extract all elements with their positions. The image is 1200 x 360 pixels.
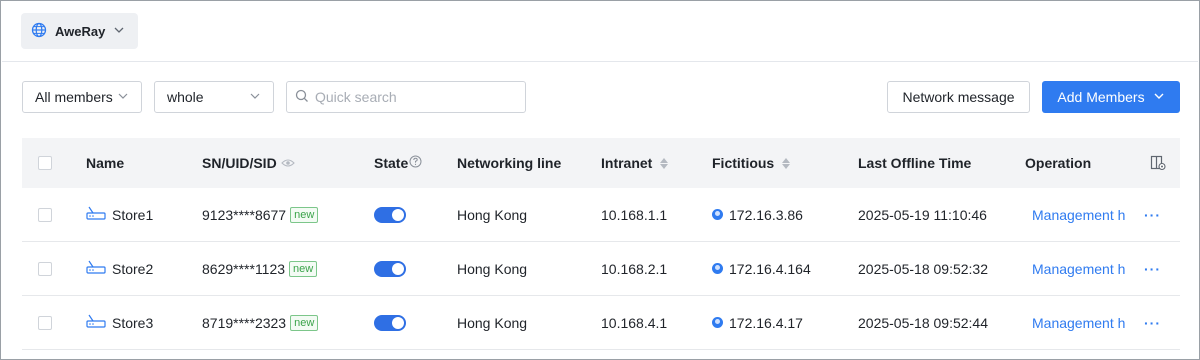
search-input[interactable]	[315, 89, 515, 105]
new-badge: new	[290, 314, 319, 331]
sort-icon[interactable]	[660, 157, 669, 169]
router-icon	[86, 313, 106, 332]
col-last-offline: Last Offline Time	[858, 155, 972, 171]
add-members-button[interactable]: Add Members	[1042, 81, 1180, 113]
col-name: Name	[86, 155, 125, 171]
column-settings-icon[interactable]	[1150, 138, 1166, 188]
state-toggle[interactable]	[374, 206, 406, 223]
row-sn: 8629****1123	[202, 260, 286, 277]
router-icon	[86, 205, 106, 224]
network-name: AweRay	[55, 23, 106, 39]
search-icon	[295, 89, 309, 106]
scope-filter-select[interactable]: whole	[154, 81, 274, 113]
col-state-label: State	[374, 155, 409, 171]
table-row[interactable]: Store1 9123****8677 new Hong Kong 10.168…	[22, 188, 1180, 242]
row-checkbox[interactable]	[38, 261, 52, 276]
row-fictitious: 172.16.4.17	[729, 314, 803, 331]
row-name: Store3	[112, 314, 154, 331]
row-fictitious: 172.16.3.86	[729, 206, 803, 223]
col-operation: Operation	[1025, 155, 1092, 171]
sort-icon[interactable]	[782, 157, 791, 169]
ip-status-icon	[712, 263, 723, 274]
chevron-down-icon	[249, 89, 261, 105]
router-icon	[86, 259, 106, 278]
col-sn: SN/UID/SID	[202, 138, 295, 188]
row-last-offline: 2025-05-18 09:52:44	[858, 314, 988, 331]
row-intranet: 10.168.1.1	[601, 206, 668, 223]
add-members-label: Add Members	[1057, 89, 1145, 105]
state-toggle[interactable]	[374, 260, 406, 277]
state-toggle[interactable]	[374, 314, 406, 331]
col-intranet[interactable]: Intranet	[601, 138, 669, 188]
row-name: Store1	[112, 206, 154, 223]
row-intranet: 10.168.2.1	[601, 260, 668, 277]
col-line: Networking line	[457, 155, 562, 171]
row-sn: 8719****2323	[202, 314, 287, 331]
select-all-checkbox[interactable]	[38, 156, 52, 170]
select-all-cell	[38, 138, 52, 188]
ip-status-icon	[712, 209, 723, 220]
row-sn: 9123****8677	[202, 206, 287, 223]
management-link[interactable]: Management h	[1032, 207, 1127, 223]
col-sn-label: SN/UID/SID	[202, 155, 277, 171]
management-link[interactable]: Management h	[1032, 315, 1127, 331]
management-link[interactable]: Management h	[1032, 261, 1127, 277]
more-actions-button[interactable]: ···	[1144, 315, 1161, 331]
members-filter-select[interactable]: All members	[22, 81, 142, 113]
row-checkbox[interactable]	[38, 207, 52, 222]
row-last-offline: 2025-05-19 11:10:46	[858, 206, 987, 223]
row-last-offline: 2025-05-18 09:52:32	[858, 260, 988, 277]
chevron-down-icon	[1153, 89, 1165, 105]
row-line: Hong Kong	[457, 206, 528, 223]
col-state: State	[374, 138, 422, 188]
network-message-button[interactable]: Network message	[887, 81, 1030, 113]
globe-icon	[31, 22, 47, 41]
table-row[interactable]: Store2 8629****1123 new Hong Kong 10.168…	[22, 242, 1180, 296]
more-actions-button[interactable]: ···	[1144, 207, 1161, 223]
chevron-down-icon	[117, 89, 129, 105]
chevron-down-icon	[113, 23, 125, 39]
header-divider	[2, 61, 1198, 62]
scope-filter-value: whole	[167, 89, 204, 105]
row-name: Store2	[112, 260, 154, 277]
table-header: Name SN/UID/SID State Networking line In…	[22, 138, 1180, 188]
ip-status-icon	[712, 317, 723, 328]
network-selector[interactable]: AweRay	[21, 13, 138, 49]
col-fictitious[interactable]: Fictitious	[712, 138, 791, 188]
search-box[interactable]	[286, 81, 526, 113]
row-fictitious: 172.16.4.164	[729, 260, 811, 277]
new-badge: new	[289, 260, 318, 277]
window-frame: AweRay All members whole Network message…	[0, 0, 1200, 360]
more-actions-button[interactable]: ···	[1144, 261, 1161, 277]
row-line: Hong Kong	[457, 260, 528, 277]
help-circle-icon[interactable]	[409, 155, 422, 171]
new-badge: new	[290, 206, 319, 223]
row-checkbox[interactable]	[38, 315, 52, 330]
table-row[interactable]: Store3 8719****2323 new Hong Kong 10.168…	[22, 296, 1180, 350]
eye-icon[interactable]	[280, 155, 295, 171]
col-intranet-label: Intranet	[601, 155, 653, 171]
members-filter-value: All members	[35, 89, 113, 105]
row-intranet: 10.168.4.1	[601, 314, 668, 331]
col-fictitious-label: Fictitious	[712, 155, 775, 171]
row-line: Hong Kong	[457, 314, 528, 331]
